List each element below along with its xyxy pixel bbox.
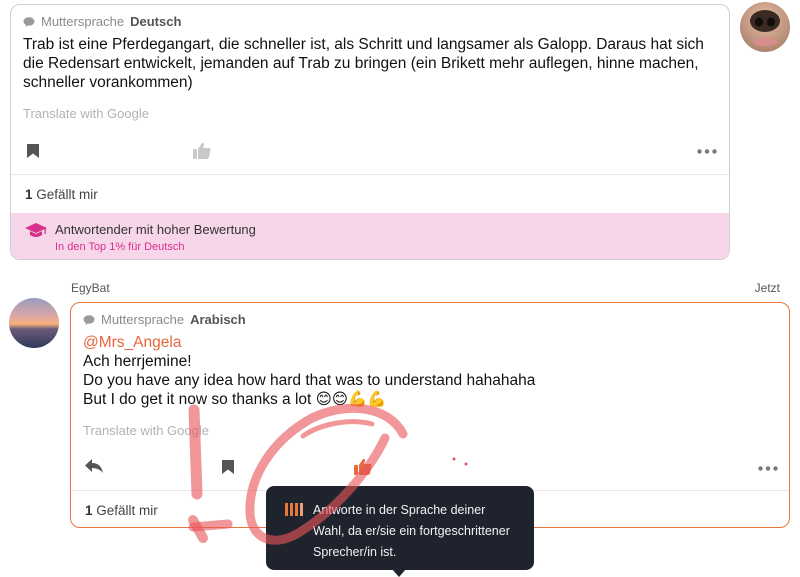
reply-icon[interactable] (85, 459, 103, 473)
username[interactable]: EgyBat (71, 281, 110, 295)
native-language-label: Muttersprache Arabisch (83, 312, 246, 327)
translate-link[interactable]: Translate with Google (23, 106, 149, 121)
native-label: Muttersprache (101, 312, 185, 327)
more-icon[interactable] (758, 466, 778, 471)
answer-card-1: Muttersprache Deutsch Trab ist eine Pfer… (10, 4, 730, 260)
answer-line: Ach herrjemine! (83, 353, 192, 370)
translate-link[interactable]: Translate with Google (83, 423, 209, 438)
top-answerer-badge: Antwortender mit hoher Bewertung In den … (11, 213, 729, 259)
tooltip-text: Antworte in der Sprache deiner Wahl, da … (313, 503, 510, 559)
proficiency-bars-icon (285, 503, 303, 516)
more-icon[interactable] (697, 149, 717, 154)
graduation-cap-icon (25, 223, 47, 237)
bookmark-icon[interactable] (27, 144, 39, 158)
avatar-image (750, 10, 780, 46)
speech-bubble-icon (83, 314, 95, 325)
badge-subtitle: In den Top 1% für Deutsch (55, 241, 185, 253)
like-count[interactable]: 1 Gefällt mir (85, 503, 158, 518)
answer-line: Do you have any idea how hard that was t… (83, 372, 536, 389)
proficiency-tooltip: Antworte in der Sprache deiner Wahl, da … (266, 486, 534, 577)
speech-bubble-icon (23, 16, 35, 27)
avatar[interactable] (9, 298, 59, 348)
timestamp: Jetzt (754, 281, 780, 295)
answer-text: @Mrs_Angela Ach herrjemine! Do you have … (83, 333, 763, 409)
mention-link[interactable]: @Mrs_Angela (83, 333, 763, 352)
divider (11, 174, 729, 175)
like-count-number: 1 (25, 187, 33, 202)
avatar[interactable] (740, 2, 790, 52)
like-count[interactable]: 1 Gefällt mir (25, 187, 98, 202)
native-language: Deutsch (130, 14, 182, 29)
answer-text: Trab ist eine Pferdegangart, die schnell… (23, 36, 704, 91)
badge-title: Antwortender mit hoher Bewertung (55, 222, 256, 237)
thumbs-up-icon[interactable] (193, 142, 211, 159)
thumbs-up-icon[interactable] (354, 458, 372, 475)
answer-line: But I do get it now so thanks a lot 😊😊💪💪 (83, 391, 387, 408)
bookmark-icon[interactable] (222, 460, 234, 474)
native-language-label: Muttersprache Deutsch (23, 14, 181, 29)
native-label: Muttersprache (41, 14, 125, 29)
like-count-label: Gefällt mir (36, 187, 98, 202)
like-count-label: Gefällt mir (96, 503, 158, 518)
like-count-number: 1 (85, 503, 93, 518)
native-language: Arabisch (190, 312, 246, 327)
